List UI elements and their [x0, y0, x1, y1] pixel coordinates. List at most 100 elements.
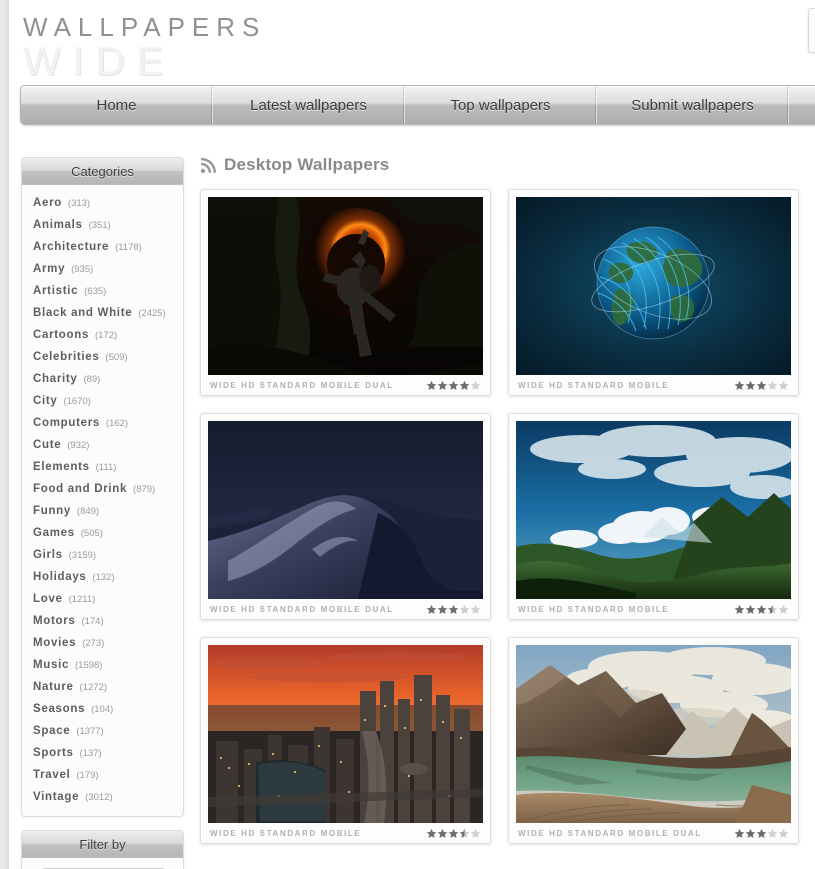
page-title: Desktop Wallpapers	[200, 155, 815, 175]
sidebar-item-city[interactable]: City (1670)	[22, 390, 183, 412]
cat-count: (137)	[79, 747, 102, 759]
cat-count: (351)	[88, 219, 111, 231]
star-icon	[745, 828, 756, 838]
rating-stars[interactable]	[426, 604, 481, 615]
sidebar-item-architecture[interactable]: Architecture (1178)	[22, 236, 183, 258]
sidebar-item-elements[interactable]: Elements (111)	[22, 456, 183, 478]
nav-item-home[interactable]: Home	[21, 86, 213, 124]
rating-stars[interactable]	[426, 380, 481, 391]
right-edge-panel[interactable]: AF	[808, 8, 815, 53]
star-icon	[756, 828, 767, 838]
cat-count: (509)	[105, 351, 128, 363]
sidebar-item-music[interactable]: Music (1598)	[22, 654, 183, 676]
sidebar-item-black-and-white[interactable]: Black and White (2425)	[22, 302, 183, 324]
wallpaper-thumbnail[interactable]	[516, 421, 791, 599]
sidebar-item-charity[interactable]: Charity (89)	[22, 368, 183, 390]
star-icon	[448, 380, 459, 390]
cat-label: Love	[33, 592, 63, 605]
cat-count: (313)	[67, 197, 91, 209]
rating-stars[interactable]	[426, 828, 481, 839]
sidebar-item-army[interactable]: Army (935)	[22, 258, 183, 280]
cat-label: Girls	[33, 548, 63, 561]
sidebar-item-funny[interactable]: Funny (849)	[22, 500, 183, 522]
sidebar-item-motors[interactable]: Motors (174)	[22, 610, 183, 632]
sidebar-item-food-and-drink[interactable]: Food and Drink (879)	[22, 478, 183, 500]
artwork-dark-sand-dune-night	[208, 421, 483, 599]
nav-item-submit-wallpapers[interactable]: Submit wallpapers	[597, 86, 789, 124]
sidebar-item-nature[interactable]: Nature (1272)	[22, 676, 183, 698]
wallpaper-card-footer: WIDE HD STANDARD MOBILE	[516, 599, 791, 619]
page-title-text: Desktop Wallpapers	[224, 155, 390, 174]
sidebar-item-movies[interactable]: Movies (273)	[22, 632, 183, 654]
resolution-tags: WIDE HD STANDARD MOBILE DUAL	[210, 604, 394, 614]
nav-item-submit-label: Submit wallpapers	[631, 96, 754, 114]
sidebar-item-artistic[interactable]: Artistic (635)	[22, 280, 183, 302]
star-icon	[437, 828, 448, 838]
wallpaper-card[interactable]: WIDE HD STANDARD MOBILE	[508, 189, 799, 396]
cat-label: Movies	[33, 636, 77, 649]
star-icon	[778, 604, 789, 614]
cat-count: (1598)	[75, 659, 103, 671]
site-logo[interactable]: WALLPAPERS WIDE	[23, 12, 303, 82]
nav-item-latest-wallpapers[interactable]: Latest wallpapers	[213, 86, 405, 124]
wallpaper-card[interactable]: WIDE HD STANDARD MOBILE	[200, 637, 491, 844]
wallpaper-grid: WIDE HD STANDARD MOBILE DUAL WIDE HD STA…	[200, 189, 815, 844]
sidebar-item-girls[interactable]: Girls (3159)	[22, 544, 183, 566]
sidebar-item-vintage[interactable]: Vintage (3012)	[22, 786, 183, 808]
rss-feed-icon[interactable]	[200, 157, 217, 174]
site-header: WALLPAPERS WIDE AF	[9, 0, 815, 85]
resolution-tags: WIDE HD STANDARD MOBILE DUAL	[518, 828, 702, 838]
star-icon	[778, 828, 789, 838]
sidebar-item-aero[interactable]: Aero (313)	[22, 192, 183, 214]
wallpaper-thumbnail[interactable]	[208, 421, 483, 599]
rating-stars[interactable]	[734, 828, 789, 839]
sidebar-item-seasons[interactable]: Seasons (104)	[22, 698, 183, 720]
sidebar-item-celebrities[interactable]: Celebrities (509)	[22, 346, 183, 368]
nav-item-top-wallpapers[interactable]: Top wallpapers	[405, 86, 597, 124]
sidebar-item-travel[interactable]: Travel (179)	[22, 764, 183, 786]
cat-label: Holidays	[33, 570, 87, 583]
star-icon	[437, 604, 448, 614]
main-content: Desktop Wallpapers WIDE HD STANDARD MOBI…	[200, 155, 815, 844]
star-icon	[448, 828, 459, 838]
cat-count: (2425)	[138, 307, 166, 319]
categories-panel-header: Categories	[22, 158, 183, 185]
wallpaper-thumbnail[interactable]	[208, 645, 483, 823]
wallpaper-card[interactable]: WIDE HD STANDARD MOBILE	[508, 413, 799, 620]
sidebar-item-animals[interactable]: Animals (351)	[22, 214, 183, 236]
logo-line-1: WALLPAPERS	[23, 12, 267, 42]
wallpaper-card[interactable]: WIDE HD STANDARD MOBILE DUAL	[200, 413, 491, 620]
cat-label: Travel	[33, 768, 71, 781]
resolution-tags: WIDE HD STANDARD MOBILE DUAL	[210, 380, 394, 390]
cat-label: Animals	[33, 218, 83, 231]
rating-stars[interactable]	[734, 604, 789, 615]
cat-count: (273)	[82, 637, 105, 649]
nav-item-overflow[interactable]	[789, 86, 815, 124]
sidebar-item-cute[interactable]: Cute (932)	[22, 434, 183, 456]
cat-label: Artistic	[33, 284, 79, 297]
star-icon	[767, 604, 778, 614]
categories-list: Aero (313) Animals (351) Architecture (1…	[22, 185, 183, 816]
cat-label: Army	[33, 262, 66, 275]
cat-count: (849)	[76, 505, 100, 517]
wallpaper-thumbnail[interactable]	[208, 197, 483, 375]
sidebar-item-games[interactable]: Games (505)	[22, 522, 183, 544]
sidebar-item-cartoons[interactable]: Cartoons (172)	[22, 324, 183, 346]
wallpaper-card[interactable]: WIDE HD STANDARD MOBILE DUAL	[508, 637, 799, 844]
wallpaper-thumbnail[interactable]	[516, 197, 791, 375]
cat-count: (1670)	[63, 395, 91, 407]
star-icon	[756, 380, 767, 390]
star-icon	[767, 828, 778, 838]
star-icon	[426, 828, 437, 838]
cat-count: (1211)	[68, 593, 96, 605]
sidebar-item-love[interactable]: Love (1211)	[22, 588, 183, 610]
cat-label: Games	[33, 526, 75, 539]
sidebar-item-space[interactable]: Space (1377)	[22, 720, 183, 742]
cat-label: Celebrities	[33, 350, 100, 363]
sidebar-item-holidays[interactable]: Holidays (132)	[22, 566, 183, 588]
wallpaper-thumbnail[interactable]	[516, 645, 791, 823]
rating-stars[interactable]	[734, 380, 789, 391]
sidebar-item-sports[interactable]: Sports (137)	[22, 742, 183, 764]
wallpaper-card[interactable]: WIDE HD STANDARD MOBILE DUAL	[200, 189, 491, 396]
sidebar-item-computers[interactable]: Computers (162)	[22, 412, 183, 434]
